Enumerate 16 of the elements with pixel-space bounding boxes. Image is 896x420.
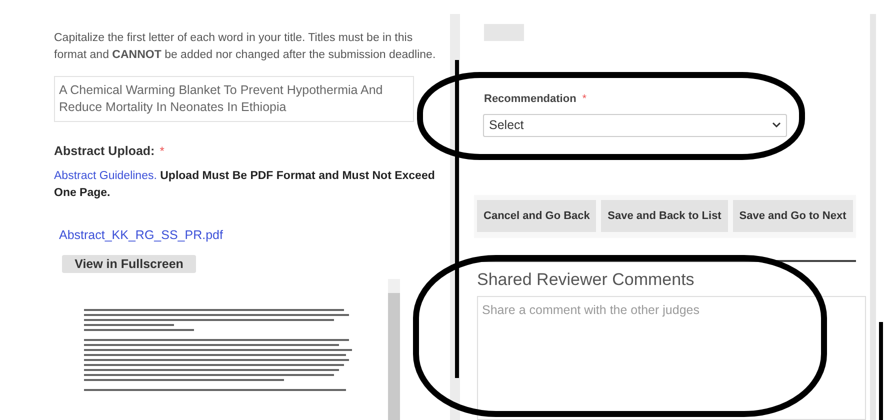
instructions-text: Capitalize the first letter of each word in your title. Titles must be in this format and CANNOT be added nor changed after the submission deadline. <box>54 31 437 63</box>
title-field[interactable]: A Chemical Warming Blanket To Prevent Hypothermia And Reduce Mortality In Neonates In Ethiopia <box>54 76 414 122</box>
fullscreen-button[interactable]: View in Fullscreen <box>62 254 196 274</box>
required-mark: * <box>160 143 164 160</box>
required-mark: * <box>582 92 587 108</box>
recommendation-select[interactable]: Select <box>483 114 787 137</box>
recommendation-label: Recommendation <box>484 92 576 108</box>
action-button[interactable]: Cancel and Go Back <box>477 200 596 232</box>
upload-note: Abstract Guidelines. Upload Must Be PDF Format and Must Not Exceed One Page. <box>54 168 436 201</box>
action-button[interactable]: Save and Back to List <box>601 200 728 232</box>
comment-field[interactable]: Share a comment with the other judges <box>477 296 866 420</box>
abstract-upload-label: Abstract Upload: <box>54 143 155 160</box>
action-button[interactable]: Save and Go to Next <box>732 200 853 232</box>
file-link[interactable]: Abstract_KK_RG_SS_PR.pdf <box>59 226 223 244</box>
comments-heading: Shared Reviewer Comments <box>477 269 696 292</box>
guidelines-link[interactable]: Abstract Guidelines. <box>54 170 157 182</box>
